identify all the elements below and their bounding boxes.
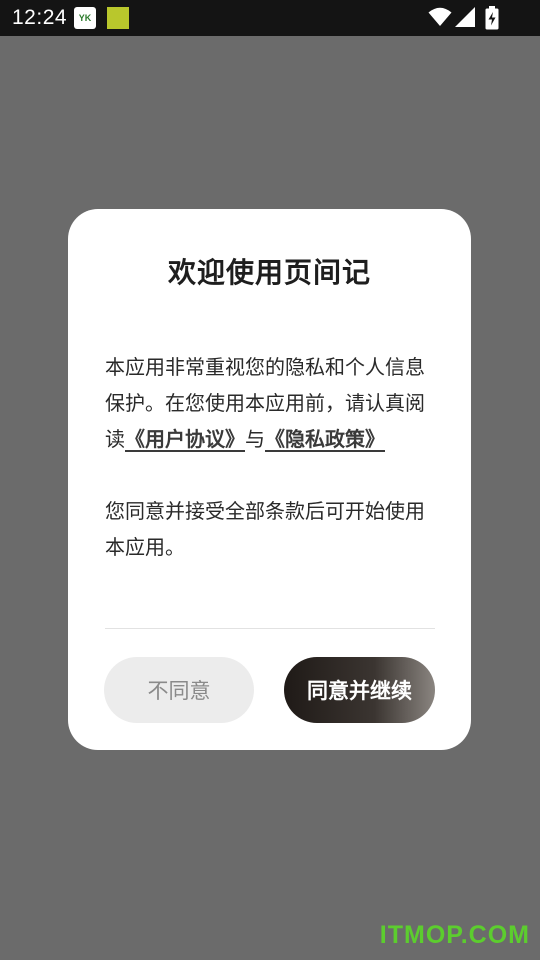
dialog-body: 本应用非常重视您的隐私和个人信息保护。在您使用本应用前，请认真阅读《用户协议》与… — [105, 349, 435, 565]
yk-app-icon: YK — [74, 7, 96, 29]
battery-charging-icon — [485, 6, 499, 30]
dialog-title: 欢迎使用页间记 — [167, 256, 371, 289]
status-time: 12:24 — [12, 6, 68, 29]
disagree-button[interactable]: 不同意 — [104, 657, 254, 723]
conjunction-text: 与 — [245, 427, 265, 451]
user-agreement-link[interactable]: 《用户协议》 — [125, 427, 245, 451]
watermark: ITMOP.COM — [379, 921, 530, 949]
wifi-icon — [428, 7, 452, 26]
green-app-icon — [107, 7, 129, 29]
agree-continue-button[interactable]: 同意并继续 — [284, 657, 435, 723]
status-bar: 12:24 YK — [0, 0, 540, 36]
divider — [105, 628, 435, 629]
signal-icon — [455, 7, 475, 27]
privacy-paragraph: 本应用非常重视您的隐私和个人信息保护。在您使用本应用前，请认真阅读《用户协议》与… — [105, 349, 435, 457]
consent-paragraph: 您同意并接受全部条款后可开始使用本应用。 — [105, 499, 425, 559]
privacy-policy-link[interactable]: 《隐私政策》 — [265, 427, 385, 451]
privacy-dialog: 欢迎使用页间记 本应用非常重视您的隐私和个人信息保护。在您使用本应用前，请认真阅… — [68, 209, 471, 750]
